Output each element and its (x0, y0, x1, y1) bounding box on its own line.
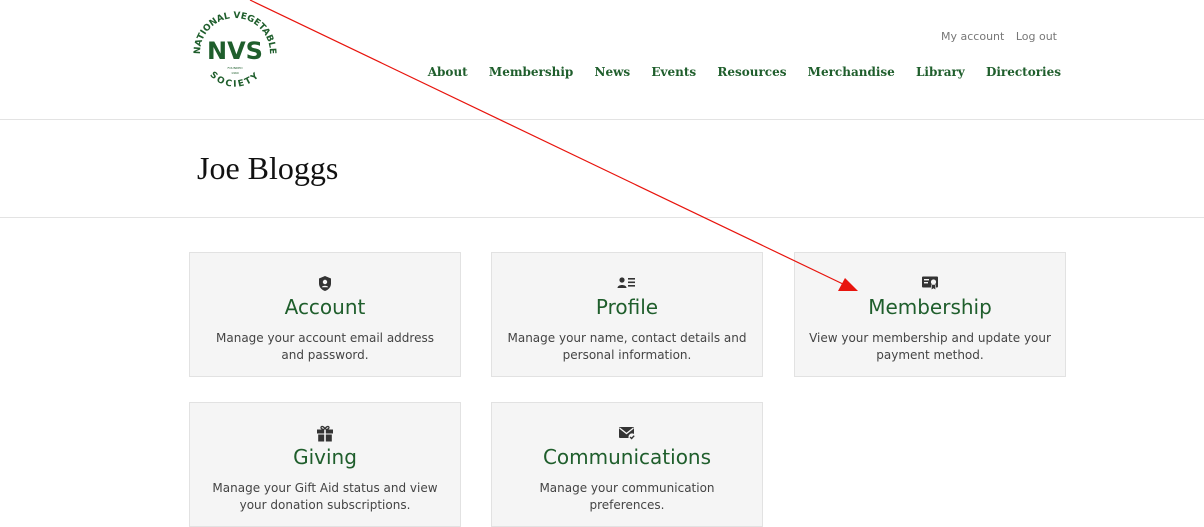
account-card-description: Manage your account email address and pa… (216, 331, 434, 362)
envelope-check-icon (492, 425, 762, 443)
account-card[interactable]: Account Manage your account email addres… (189, 252, 461, 377)
shield-user-icon (190, 275, 460, 293)
communications-card-description: Manage your communication preferences. (539, 481, 715, 512)
membership-card-description: View your membership and update your pay… (809, 331, 1051, 362)
giving-card[interactable]: Giving Manage your Gift Aid status and v… (189, 402, 461, 527)
account-card-title: Account (284, 295, 366, 319)
nav-library[interactable]: Library (916, 65, 965, 79)
nav-events[interactable]: Events (651, 65, 696, 79)
nav-resources[interactable]: Resources (717, 65, 786, 79)
nav-merchandise[interactable]: Merchandise (808, 65, 895, 79)
nvs-logo[interactable]: NATIONAL VEGETABLE SOCIETY NVS FOUNDED 1… (190, 3, 280, 103)
my-account-link[interactable]: My account (941, 30, 1004, 43)
utility-links: My account Log out (933, 30, 1057, 43)
nav-directories[interactable]: Directories (986, 65, 1061, 79)
profile-list-icon (492, 275, 762, 293)
membership-card[interactable]: Membership View your membership and upda… (794, 252, 1066, 377)
title-bar (0, 119, 1204, 218)
profile-card-title: Profile (595, 295, 659, 319)
profile-card[interactable]: Profile Manage your name, contact detail… (491, 252, 763, 377)
membership-card-title: Membership (868, 295, 992, 319)
log-out-link[interactable]: Log out (1016, 30, 1057, 43)
logo-founded-text: FOUNDED (227, 66, 243, 70)
nav-news[interactable]: News (595, 65, 631, 79)
site-header: NATIONAL VEGETABLE SOCIETY NVS FOUNDED 1… (0, 0, 1204, 120)
giving-card-title: Giving (293, 445, 357, 469)
communications-card-title: Communications (542, 445, 712, 469)
gift-icon (190, 425, 460, 443)
communications-card[interactable]: Communications Manage your communication… (491, 402, 763, 527)
main-nav: About Membership News Events Resources M… (411, 65, 1061, 79)
nav-about[interactable]: About (428, 65, 468, 79)
logo-initials: NVS (207, 37, 263, 65)
certificate-icon (795, 275, 1065, 293)
profile-card-description: Manage your name, contact details and pe… (507, 331, 747, 362)
giving-card-description: Manage your Gift Aid status and view you… (212, 481, 438, 512)
logo-year-text: 1960 (231, 71, 239, 75)
page-title: Joe Bloggs (197, 150, 339, 186)
nav-membership[interactable]: Membership (489, 65, 573, 79)
